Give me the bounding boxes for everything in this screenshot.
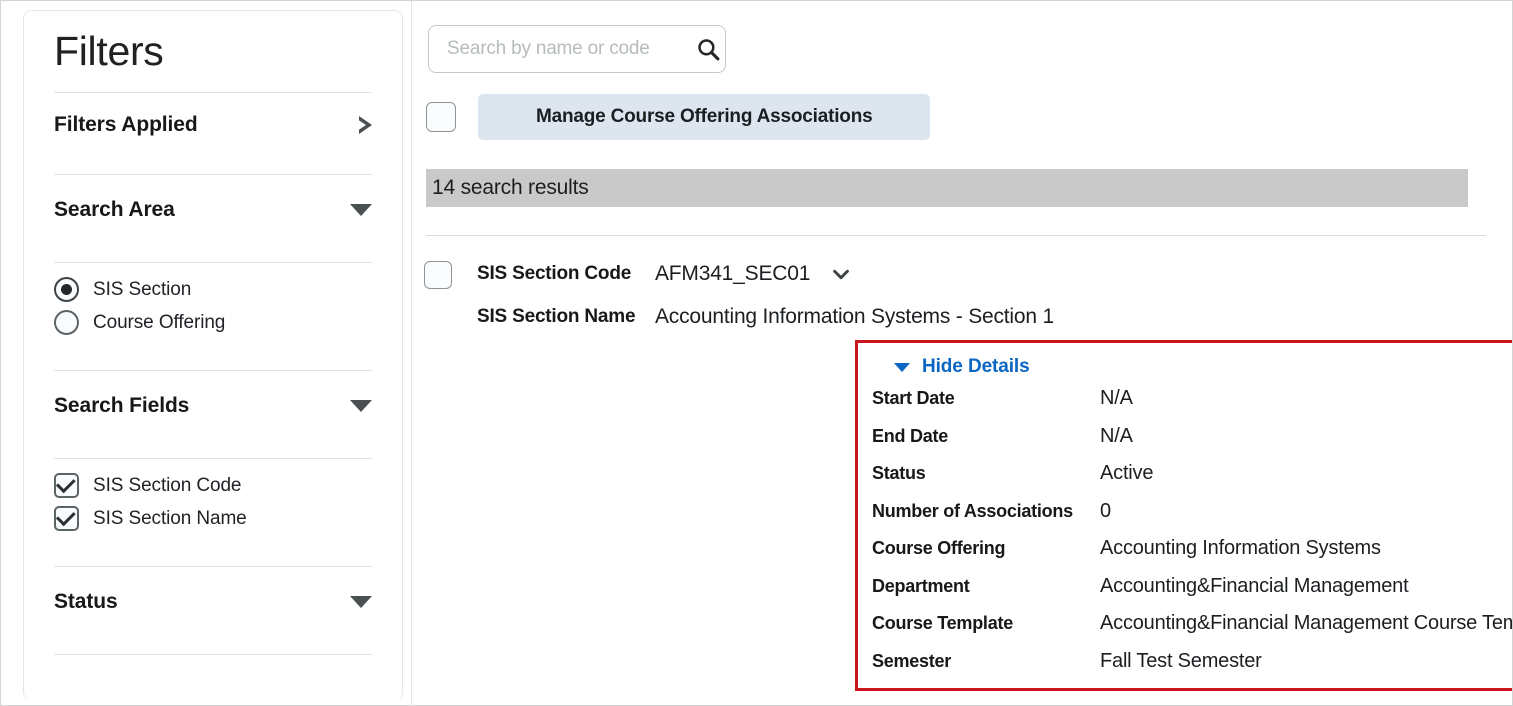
hide-details-toggle[interactable]: Hide Details xyxy=(894,356,1030,378)
sis-section-code-label: SIS Section Code xyxy=(477,263,632,284)
triangle-down-icon[interactable] xyxy=(350,596,372,609)
hide-details-label: Hide Details xyxy=(922,356,1030,377)
detail-row: Department Accounting&Financial Manageme… xyxy=(872,574,1512,613)
section-header-status[interactable]: Status xyxy=(24,567,402,637)
sis-section-code-value: AFM341_SEC01 xyxy=(655,262,811,285)
details-panel: Hide Details Start Date N/A End Date N/A… xyxy=(855,340,1512,691)
search-results-count: 14 search results xyxy=(432,176,589,199)
search-input[interactable] xyxy=(429,38,696,60)
bulk-action-row: Manage Course Offering Associations xyxy=(426,94,931,140)
checkbox-sis-section-name[interactable]: SIS Section Name xyxy=(54,502,372,535)
filters-sidebar: Filters Filters Applied Search Area SIS … xyxy=(23,10,403,700)
triangle-down-icon[interactable] xyxy=(350,204,372,217)
detail-label: Start Date xyxy=(872,388,955,408)
checkbox-sis-section-code[interactable]: SIS Section Code xyxy=(54,469,372,502)
detail-value: N/A xyxy=(1100,387,1133,409)
result-row: SIS Section Code AFM341_SEC01 SIS Sectio… xyxy=(424,253,1512,339)
detail-row: End Date N/A xyxy=(872,424,1512,463)
radio-course-offering[interactable]: Course Offering xyxy=(54,306,372,339)
triangle-down-icon[interactable] xyxy=(350,400,372,413)
detail-label: Course Offering xyxy=(872,538,1006,558)
checkbox-icon-checked[interactable] xyxy=(54,506,79,532)
triangle-down-icon xyxy=(894,362,910,372)
detail-label: End Date xyxy=(872,425,949,446)
select-all-checkbox[interactable] xyxy=(426,102,456,132)
details-list: Start Date N/A End Date N/A Status Activ… xyxy=(872,387,1512,688)
divider xyxy=(426,235,1486,236)
detail-label: Number of Associations xyxy=(872,500,1073,521)
search-area-label: Search Area xyxy=(54,198,175,222)
radio-label: SIS Section xyxy=(93,278,192,300)
filters-applied-header[interactable]: Filters Applied xyxy=(24,93,402,157)
section-header-search-area[interactable]: Search Area xyxy=(24,175,402,245)
detail-label: Department xyxy=(872,575,970,596)
detail-row: Number of Associations 0 xyxy=(872,499,1512,538)
radio-label: Course Offering xyxy=(93,311,226,333)
divider xyxy=(54,654,372,656)
page-root: Filters Filters Applied Search Area SIS … xyxy=(0,0,1513,706)
detail-row: Start Date N/A xyxy=(872,387,1512,425)
search-fields-options: SIS Section Code SIS Section Name xyxy=(24,459,402,549)
search-icon[interactable] xyxy=(696,37,721,62)
checkbox-label: SIS Section Name xyxy=(93,507,247,529)
detail-value: Accounting&Financial Management xyxy=(1100,574,1409,597)
status-label: Status xyxy=(54,590,118,614)
search-bar[interactable] xyxy=(428,25,726,73)
detail-value: Active xyxy=(1100,462,1154,484)
detail-label: Status xyxy=(872,463,926,483)
detail-value: 0 xyxy=(1100,499,1111,522)
detail-value: Accounting Information Systems xyxy=(1100,537,1381,559)
search-area-options: SIS Section Course Offering xyxy=(24,263,402,353)
section-header-search-fields[interactable]: Search Fields xyxy=(24,371,402,441)
search-results-banner: 14 search results xyxy=(426,169,1468,207)
sis-section-name-label: SIS Section Name xyxy=(477,306,636,327)
checkbox-label: SIS Section Code xyxy=(93,474,242,496)
chevron-down-icon[interactable] xyxy=(830,263,852,285)
detail-label: Semester xyxy=(872,650,952,671)
search-fields-label: Search Fields xyxy=(54,394,190,418)
radio-icon-selected[interactable] xyxy=(54,277,79,303)
manage-course-offering-associations-button[interactable]: Manage Course Offering Associations xyxy=(478,94,931,140)
checkbox-icon-checked[interactable] xyxy=(54,473,79,499)
detail-row: Status Active xyxy=(872,462,1512,500)
filters-applied-label: Filters Applied xyxy=(54,113,198,137)
sis-section-name-value: Accounting Information Systems - Section… xyxy=(655,305,1054,328)
main-content: Manage Course Offering Associations 14 s… xyxy=(412,1,1512,705)
detail-label: Course Template xyxy=(872,613,1013,633)
detail-value: Fall Test Semester xyxy=(1100,649,1262,672)
result-checkbox[interactable] xyxy=(424,261,452,289)
detail-value: N/A xyxy=(1100,424,1133,447)
radio-sis-section[interactable]: SIS Section xyxy=(54,273,372,306)
radio-icon-unselected[interactable] xyxy=(54,310,79,336)
triangle-right-icon[interactable] xyxy=(357,116,372,135)
result-code-row: SIS Section Code AFM341_SEC01 xyxy=(424,253,1512,295)
detail-row: Course Template Accounting&Financial Man… xyxy=(872,612,1512,650)
detail-row: Course Offering Accounting Information S… xyxy=(872,537,1512,575)
page-title: Filters xyxy=(54,28,164,74)
detail-value: Accounting&Financial Management Course T… xyxy=(1100,612,1512,634)
detail-row: Semester Fall Test Semester xyxy=(872,649,1512,688)
result-name-row: SIS Section Name Accounting Information … xyxy=(424,295,1512,339)
